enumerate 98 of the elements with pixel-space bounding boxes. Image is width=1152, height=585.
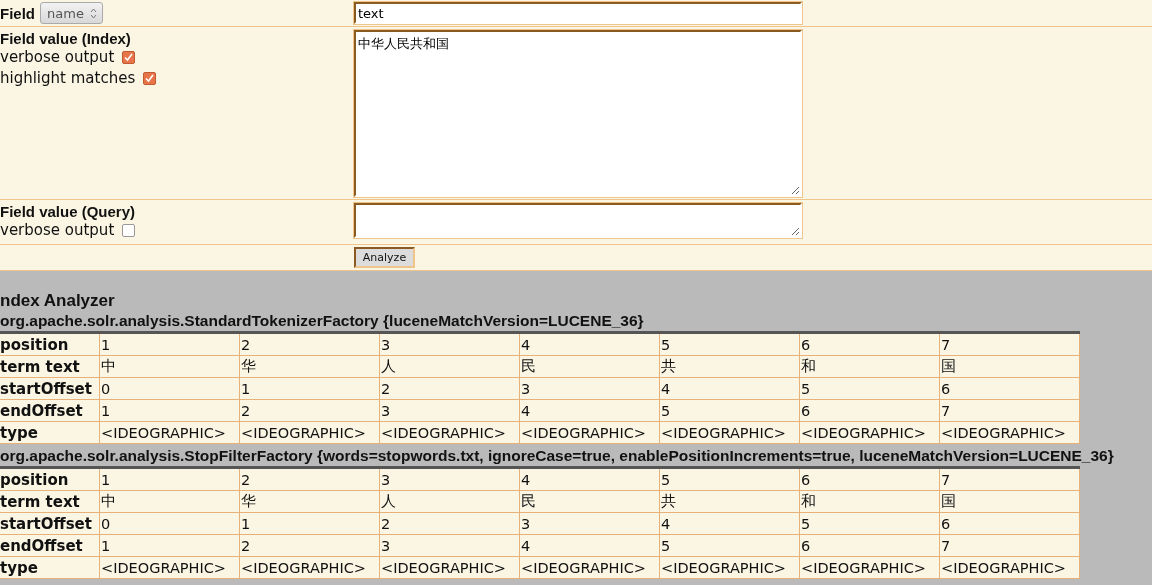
table-cell: 国: [939, 490, 1080, 513]
table-cell: 0: [99, 377, 240, 400]
checkbox[interactable]: [143, 72, 157, 85]
table-cell: 6: [939, 377, 1080, 400]
table-cell: 人: [379, 355, 520, 378]
table-cell: 2: [239, 399, 380, 422]
row-label: term text: [0, 355, 100, 378]
table-cell: 1: [99, 467, 240, 491]
table-cell: 5: [799, 512, 940, 535]
table-cell: 国: [939, 355, 1080, 378]
table-cell: <IDEOGRAPHIC>: [379, 421, 520, 444]
table-cell: 2: [239, 332, 380, 356]
updown-icon: [89, 7, 97, 19]
checkbox[interactable]: [122, 51, 136, 64]
table-cell: 7: [939, 534, 1080, 557]
table-cell: 7: [939, 467, 1080, 491]
stage-name: org.apache.solr.analysis.StopFilterFactory {words=stopwords.txt, ignoreCase=true, enablePositionIncrements=true, luceneMatchVersion=LUCENE_36}: [0, 446, 1115, 466]
table-cell: 5: [659, 399, 800, 422]
table-cell: 华: [239, 490, 380, 513]
section-title: ndex Analyzer: [0, 290, 116, 311]
table-cell: <IDEOGRAPHIC>: [659, 556, 800, 579]
table-cell: 中: [99, 355, 240, 378]
table-cell: 华: [239, 355, 380, 378]
row-label: type: [0, 556, 100, 579]
table-cell: <IDEOGRAPHIC>: [939, 556, 1080, 579]
table-cell: 4: [519, 332, 660, 356]
row-label: position: [0, 467, 100, 491]
table-cell: 3: [379, 332, 520, 356]
table-cell: 6: [939, 512, 1080, 535]
table-cell: 2: [379, 512, 520, 535]
table-cell: 1: [239, 512, 380, 535]
row-label: startOffset: [0, 512, 100, 535]
table-cell: 3: [519, 377, 660, 400]
table-cell: 3: [379, 467, 520, 491]
table-cell: <IDEOGRAPHIC>: [239, 421, 380, 444]
checkbox[interactable]: [122, 224, 136, 237]
table-cell: <IDEOGRAPHIC>: [659, 421, 800, 444]
table-cell: 和: [799, 355, 940, 378]
option-label: verbose output: [0, 220, 115, 241]
table-cell: <IDEOGRAPHIC>: [799, 556, 940, 579]
table-cell: 1: [239, 377, 380, 400]
table-cell: <IDEOGRAPHIC>: [519, 421, 660, 444]
table-cell: 0: [99, 512, 240, 535]
field-label: Field: [0, 4, 35, 22]
table-cell: 4: [519, 534, 660, 557]
table-cell: <IDEOGRAPHIC>: [99, 556, 240, 579]
table-cell: 4: [659, 377, 800, 400]
table-cell: 1: [99, 534, 240, 557]
table-cell: 4: [519, 467, 660, 491]
option-label: highlight matches: [0, 68, 136, 89]
table-cell: 4: [659, 512, 800, 535]
row-label: position: [0, 332, 100, 356]
table-cell: 和: [799, 490, 940, 513]
table-cell: 2: [379, 377, 520, 400]
table-cell: 3: [519, 512, 660, 535]
table-cell: 6: [799, 332, 940, 356]
row-label: endOffset: [0, 534, 100, 557]
table-cell: 7: [939, 399, 1080, 422]
table-cell: 5: [659, 467, 800, 491]
table-cell: 6: [799, 399, 940, 422]
row-label: term text: [0, 490, 100, 513]
table-cell: 人: [379, 490, 520, 513]
table-cell: 中: [99, 490, 240, 513]
table-cell: 民: [519, 490, 660, 513]
query-label: Field value (Query): [0, 203, 137, 220]
field-select[interactable]: name: [40, 2, 103, 24]
table-cell: 5: [659, 332, 800, 356]
index-textarea[interactable]: 中华人民共和国: [354, 30, 802, 197]
row-label: type: [0, 421, 100, 444]
table-cell: 共: [659, 490, 800, 513]
table-cell: 3: [379, 534, 520, 557]
table-cell: 5: [659, 534, 800, 557]
stage-name: org.apache.solr.analysis.StandardTokenizerFactory {luceneMatchVersion=LUCENE_36}: [0, 311, 645, 331]
table-cell: 6: [799, 534, 940, 557]
table-cell: 共: [659, 355, 800, 378]
table-cell: 1: [99, 332, 240, 356]
table-cell: 2: [239, 534, 380, 557]
query-textarea[interactable]: [354, 203, 802, 238]
table-cell: <IDEOGRAPHIC>: [379, 556, 520, 579]
table-cell: 民: [519, 355, 660, 378]
table-cell: 1: [99, 399, 240, 422]
table-cell: 7: [939, 332, 1080, 356]
table-cell: 6: [799, 467, 940, 491]
table-cell: <IDEOGRAPHIC>: [519, 556, 660, 579]
table-cell: <IDEOGRAPHIC>: [799, 421, 940, 444]
analyze-button[interactable]: Analyze: [354, 247, 415, 268]
option-label: verbose output: [0, 47, 115, 68]
table-cell: <IDEOGRAPHIC>: [99, 421, 240, 444]
row-label: startOffset: [0, 377, 100, 400]
field-input[interactable]: text: [354, 2, 802, 24]
table-cell: 2: [239, 467, 380, 491]
index-label: Field value (Index): [0, 30, 132, 47]
table-cell: 3: [379, 399, 520, 422]
table-cell: 5: [799, 377, 940, 400]
table-cell: <IDEOGRAPHIC>: [239, 556, 380, 579]
table-cell: <IDEOGRAPHIC>: [939, 421, 1080, 444]
table-cell: 4: [519, 399, 660, 422]
row-label: endOffset: [0, 399, 100, 422]
